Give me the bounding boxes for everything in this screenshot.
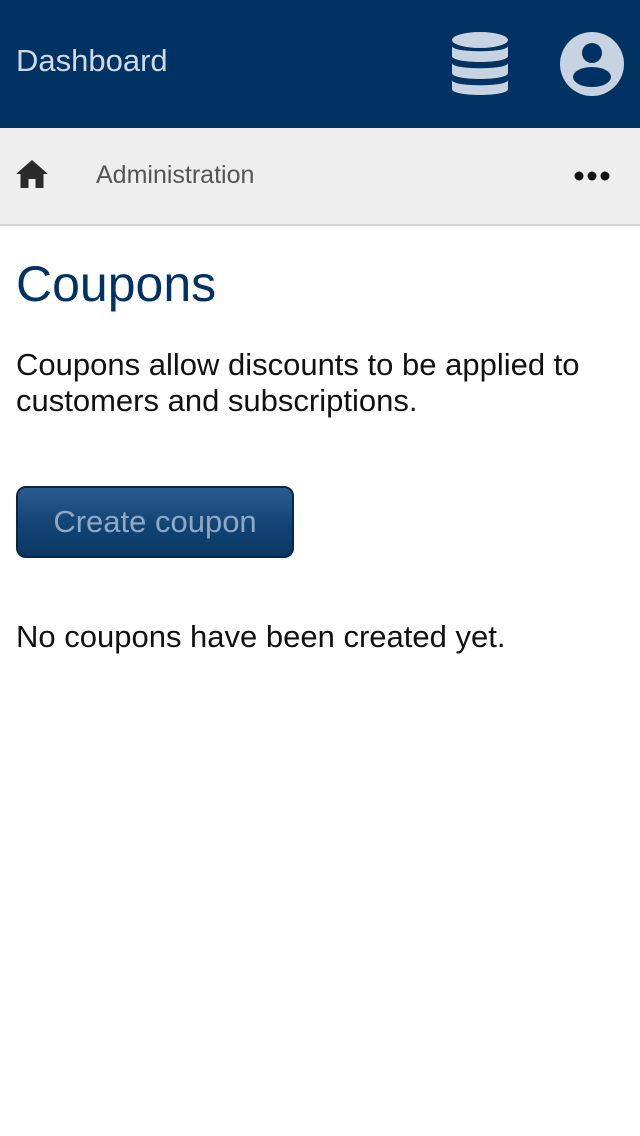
account-button[interactable] [556, 28, 628, 100]
more-horizontal-icon [574, 171, 610, 181]
account-circle-icon [560, 32, 624, 96]
more-options-button[interactable] [566, 154, 618, 198]
database-button[interactable] [446, 28, 514, 100]
page-description: Coupons allow discounts to be applied to… [16, 347, 580, 418]
app-title[interactable]: Dashboard [16, 42, 168, 80]
home-button[interactable] [10, 152, 54, 196]
breadcrumb-current[interactable]: Administration [96, 160, 254, 190]
create-coupon-button[interactable]: Create coupon [16, 486, 294, 558]
page-title: Coupons [16, 256, 217, 312]
home-icon [16, 160, 48, 188]
top-app-bar: Dashboard [0, 0, 640, 128]
database-icon [452, 32, 508, 95]
empty-state-message: No coupons have been created yet. [16, 619, 506, 654]
breadcrumb: Administration [0, 128, 640, 226]
